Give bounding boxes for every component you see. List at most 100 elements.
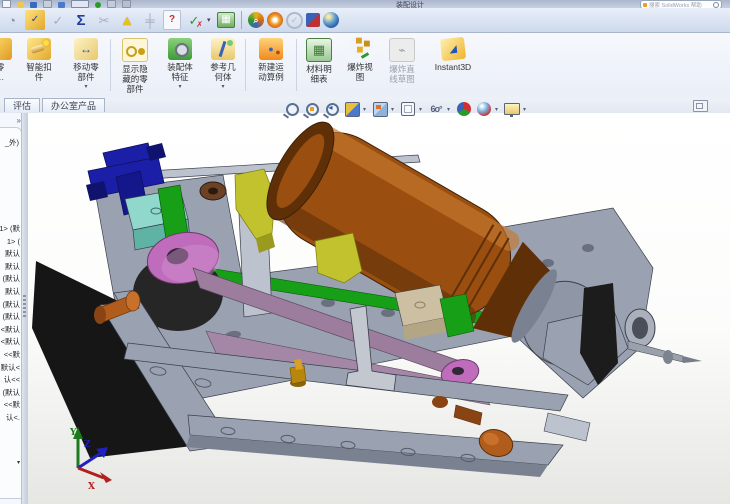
- ribbon-button-assembly-features[interactable]: 装配体 特征 ▾: [159, 35, 201, 95]
- ribbon-separator: [296, 39, 297, 91]
- file-properties-icon[interactable]: [107, 0, 116, 8]
- interference-detection-icon[interactable]: ▲: [117, 10, 137, 30]
- chevron-down-icon[interactable]: ▾: [419, 106, 425, 113]
- tree-item[interactable]: (默认: [0, 273, 21, 286]
- chevron-down-icon[interactable]: ▾: [363, 106, 369, 113]
- tree-item[interactable]: 1> (: [0, 236, 20, 249]
- tree-item[interactable]: 1> (默: [0, 223, 20, 236]
- visualization-icon[interactable]: ⌕: [248, 12, 264, 28]
- assembly-model[interactable]: Y Z X: [28, 113, 730, 504]
- display-pane-toggle-icon[interactable]: [693, 100, 708, 112]
- tab-evaluate[interactable]: 评估: [4, 98, 41, 112]
- move-component-icon: [74, 38, 98, 60]
- tree-item[interactable]: 默认<: [0, 362, 20, 375]
- x-axis-label: X: [88, 482, 95, 492]
- graphics-viewport[interactable]: Y Z X: [28, 113, 730, 504]
- quick-access-toolbar: [2, 0, 131, 8]
- section-view-icon[interactable]: [343, 100, 361, 118]
- ribbon-button-exploded-view[interactable]: 爆炸视 图: [341, 35, 379, 95]
- zoom-area-icon[interactable]: [303, 100, 321, 118]
- tree-item[interactable]: 认<.: [0, 412, 20, 425]
- zoom-fit-icon[interactable]: [283, 100, 301, 118]
- ribbon-button-bill-of-materials[interactable]: 材料明 细表: [299, 35, 339, 95]
- tree-item[interactable]: 默认: [0, 248, 20, 261]
- previous-view-icon[interactable]: [323, 100, 341, 118]
- search-icon[interactable]: [713, 1, 719, 8]
- tree-item[interactable]: (默认: [0, 311, 21, 324]
- align-icon[interactable]: ╪: [140, 10, 160, 30]
- z-axis-label: Z: [84, 440, 91, 450]
- design-binder-icon[interactable]: ✓: [25, 10, 45, 30]
- tree-item[interactable]: 默认: [0, 261, 20, 274]
- explode-line-sketch-icon: [389, 38, 415, 62]
- toolbar-separator: [241, 11, 242, 29]
- history-icon[interactable]: ◔: [2, 10, 22, 30]
- tree-item[interactable]: 默认: [0, 286, 20, 299]
- ribbon-button-new-motion-study[interactable]: 新建运 动算例: [248, 35, 294, 95]
- feature-tree-items: 1> (默 1> ( 默认 默认 (默认 默认 (默认 (默认 <默认 <默认 …: [0, 223, 20, 425]
- command-manager-ribbon: 零 … 智能扣 件 移动零 部件 ▾ 显示隐 藏的零 部件 装配体 特征 ▾ 参…: [0, 33, 730, 98]
- help-flag-icon: [643, 2, 647, 7]
- dropdown-caret-icon[interactable]: ▾: [207, 16, 214, 24]
- solidworks-window: { "window": { "title": "装配设计", "search_p…: [0, 0, 730, 504]
- end-bracket[interactable]: [543, 412, 591, 442]
- measure-icon[interactable]: ✂: [94, 10, 114, 30]
- component-icon: [0, 38, 12, 60]
- tree-item[interactable]: <默认: [0, 324, 20, 337]
- chevron-down-icon[interactable]: ▾: [447, 106, 453, 113]
- chevron-down-icon: ▾: [178, 84, 182, 90]
- chevron-down-icon[interactable]: ▾: [523, 106, 529, 113]
- ribbon-button-cut[interactable]: 零 …: [0, 35, 14, 95]
- tree-item[interactable]: (默认: [0, 387, 21, 400]
- ribbon-button-explode-line-sketch[interactable]: 爆炸直 线草图: [381, 35, 423, 95]
- reference-geometry-icon: [211, 38, 235, 60]
- view-orientation-icon[interactable]: [371, 100, 389, 118]
- check-circle-icon[interactable]: ✓: [286, 11, 303, 29]
- tree-item[interactable]: 认<<: [0, 374, 20, 387]
- edrawings-icon[interactable]: [323, 12, 339, 28]
- edit-appearance-icon[interactable]: [455, 100, 473, 118]
- apply-scene-icon[interactable]: [475, 100, 493, 118]
- bom-table-icon[interactable]: ▦: [217, 12, 235, 28]
- bearing-ring[interactable]: [199, 181, 227, 201]
- display-style-icon[interactable]: [399, 100, 417, 118]
- ribbon-button-show-hidden[interactable]: 显示隐 藏的零 部件: [113, 35, 157, 95]
- motion-study-icon: [259, 38, 283, 60]
- tree-item[interactable]: <<默: [0, 399, 20, 412]
- assembly-xpert-icon[interactable]: ?: [163, 10, 181, 30]
- ribbon-separator: [110, 39, 111, 91]
- tree-item[interactable]: (默认: [0, 299, 21, 312]
- bill-of-materials-icon: [306, 38, 332, 62]
- new-file-icon[interactable]: [2, 0, 11, 8]
- ribbon-separator: [245, 39, 246, 91]
- select-tool-icon[interactable]: [71, 0, 89, 8]
- chevron-down-icon[interactable]: ▾: [495, 106, 501, 113]
- print-icon[interactable]: [43, 0, 52, 8]
- show-hidden-components-icon: [122, 38, 148, 62]
- tree-item[interactable]: <默认: [0, 336, 20, 349]
- assembly-toolbar: ◔ ✓ ✓ Σ ✂ ▲ ╪ ? ✓ ✗ ▾ ▦ ⌕ ✓: [0, 8, 730, 33]
- view-settings-icon[interactable]: [503, 100, 521, 118]
- panel-splitter[interactable]: [21, 113, 28, 504]
- clearance-verification-icon[interactable]: ✓ ✗: [184, 10, 204, 30]
- equations-icon[interactable]: Σ: [71, 10, 91, 30]
- hide-show-items-icon[interactable]: 6ο°: [427, 100, 445, 118]
- y-axis-label: Y: [69, 428, 77, 438]
- assembly-root-item[interactable]: _外): [5, 137, 19, 148]
- select-check-icon[interactable]: ✓: [48, 10, 68, 30]
- chevron-down-icon[interactable]: ▾: [391, 106, 397, 113]
- drill-tip[interactable]: [683, 356, 702, 363]
- ribbon-button-move-component[interactable]: 移动零 部件 ▾: [64, 35, 108, 95]
- scroll-down-icon[interactable]: ▾: [17, 459, 20, 466]
- tree-item[interactable]: <<默: [0, 349, 20, 362]
- exploded-view-icon: [348, 38, 372, 60]
- simulation-icon[interactable]: [267, 12, 283, 28]
- heads-up-view-toolbar: ▾ ▾ ▾ 6ο° ▾ ▾ ▾: [283, 99, 529, 119]
- options-icon[interactable]: [122, 0, 131, 8]
- compare-icon[interactable]: [306, 13, 320, 27]
- tab-office-products[interactable]: 办公室产品: [42, 98, 106, 112]
- ribbon-button-smart-fasteners[interactable]: 智能扣 件: [16, 35, 62, 95]
- ribbon-button-instant3d[interactable]: Instant3D: [425, 35, 481, 95]
- ribbon-button-reference-geometry[interactable]: 参考几 何体 ▾: [203, 35, 243, 95]
- assembly-features-icon: [168, 38, 192, 60]
